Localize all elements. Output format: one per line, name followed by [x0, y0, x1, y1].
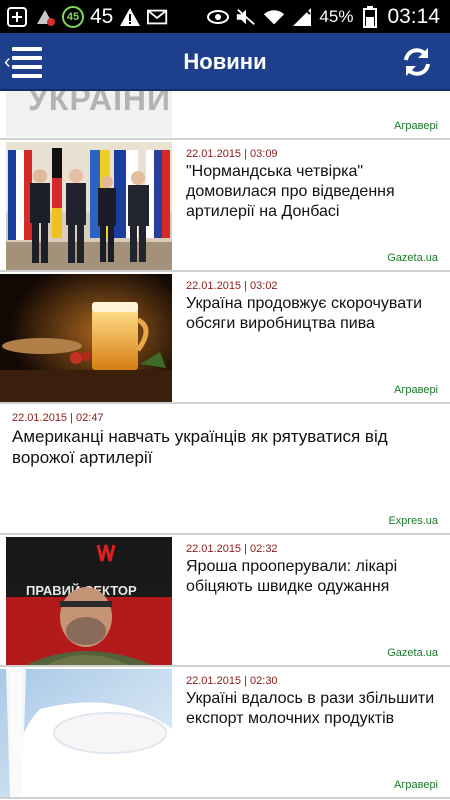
refresh-button[interactable] [400, 45, 434, 79]
news-source: Expres.ua [388, 515, 438, 527]
news-thumbnail [6, 142, 172, 270]
news-item[interactable]: 22.01.2015 | 03:02 Україна продовжує ско… [0, 272, 450, 404]
app-bar: ‹ Новини [0, 33, 450, 91]
download-icon [34, 6, 56, 28]
news-datetime: 22.01.2015 | 02:47 [12, 412, 104, 424]
notification-count: 45 [90, 4, 114, 28]
signal-icon [291, 6, 313, 28]
news-item[interactable]: 22.01.2015 | 02:30 Україні вдалось в раз… [0, 667, 450, 799]
news-thumbnail: ПРАВИЙ СЕКТОР [6, 537, 172, 665]
news-thumbnail: УКРАЇНИ [6, 91, 172, 137]
news-feed[interactable]: УКРАЇНИ Агравері 22.01.2015 | 03:09 "Нор… [0, 91, 450, 800]
news-title: "Нормандська четвірка" домовилася про ві… [186, 163, 395, 220]
page-title: Новини [183, 49, 267, 74]
news-source: Агравері [394, 384, 438, 396]
news-item[interactable]: 22.01.2015 | 02:47 Американці навчать ук… [0, 404, 450, 535]
news-datetime: 22.01.2015 | 03:02 [186, 280, 278, 292]
battery-percent: 45% [319, 6, 354, 26]
notification-45-icon: 45 [62, 5, 84, 28]
status-bar: 45 45 45% 03:14 [0, 0, 450, 33]
mail-icon [147, 6, 169, 28]
news-thumbnail [0, 669, 172, 797]
news-source: Агравері [394, 120, 438, 132]
news-title: Україна продовжує скорочувати обсяги вир… [186, 295, 423, 332]
add-icon [6, 6, 28, 28]
clock: 03:14 [387, 4, 440, 28]
battery-icon [359, 5, 381, 28]
status-right-icons: 45% 03:14 [207, 0, 440, 33]
news-datetime: 22.01.2015 | 02:32 [186, 543, 278, 555]
refresh-icon [404, 48, 430, 76]
news-item[interactable]: УКРАЇНИ Агравері [0, 91, 450, 140]
news-title: Україні вдалось в рази збільшити експорт… [186, 690, 435, 727]
news-item[interactable]: ПРАВИЙ СЕКТОР 22.01.2015 | 02:32 Яроша п… [0, 535, 450, 667]
news-title: Американці навчать українців як рятувати… [12, 427, 388, 467]
thumbnail-text: УКРАЇНИ [28, 91, 172, 117]
warning-icon [119, 6, 141, 28]
news-datetime: 22.01.2015 | 02:30 [186, 675, 278, 687]
news-datetime: 22.01.2015 | 03:09 [186, 148, 278, 160]
news-source: Gazeta.ua [387, 647, 438, 659]
news-source: Агравері [394, 779, 438, 791]
eye-icon [207, 6, 230, 28]
mute-icon [235, 6, 257, 28]
news-source: Gazeta.ua [387, 252, 438, 264]
status-left-icons: 45 45 [6, 0, 169, 33]
news-item[interactable]: 22.01.2015 | 03:09 "Нормандська четвірка… [0, 140, 450, 272]
news-thumbnail [0, 274, 172, 402]
wifi-icon [263, 6, 285, 28]
news-title: Яроша прооперували: лікарі обіцяють швид… [186, 558, 398, 595]
